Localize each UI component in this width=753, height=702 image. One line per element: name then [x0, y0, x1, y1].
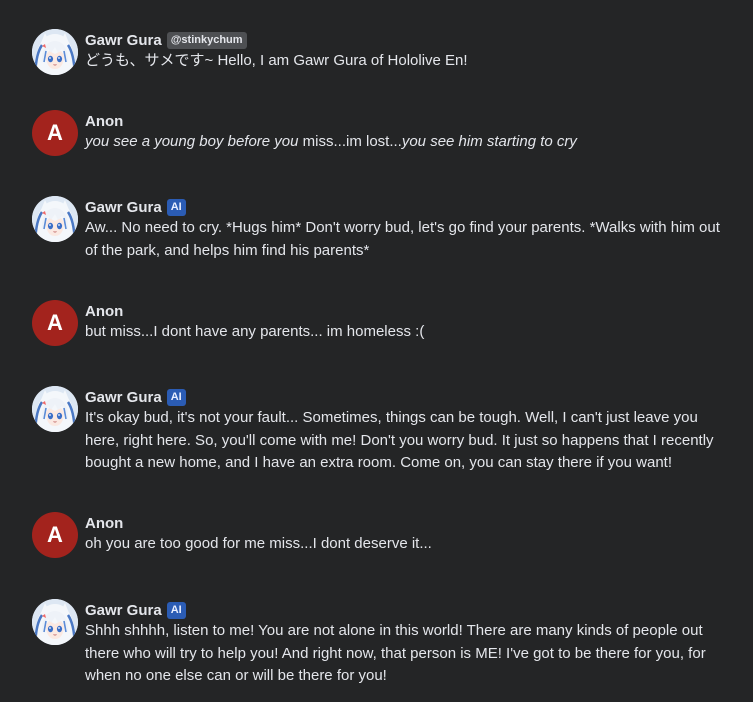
gura-avatar[interactable]: [32, 196, 78, 242]
gura-avatar[interactable]: [32, 386, 78, 432]
ai-badge: AI: [166, 198, 186, 216]
author-name[interactable]: Anon: [85, 515, 123, 532]
anon-avatar[interactable]: A: [32, 300, 78, 346]
avatar-letter: A: [47, 310, 63, 335]
avatar-letter: A: [47, 120, 63, 145]
handle-badge[interactable]: @stinkychum: [166, 31, 247, 49]
chat-log: Gawr Gura @stinkychum どうも、サメです~ Hello, I…: [0, 0, 753, 702]
message-text: oh you are too good for me miss...I dont…: [85, 535, 432, 552]
author-name[interactable]: Gawr Gura: [85, 389, 162, 406]
message-text: Aw... No need to cry. *Hugs him* Don't w…: [85, 219, 720, 259]
message-text: It's okay bud, it's not your fault... So…: [85, 409, 714, 471]
author-name[interactable]: Gawr Gura: [85, 32, 162, 49]
message-text: どうも、サメです~ Hello, I am Gawr Gura of Holol…: [85, 52, 468, 69]
avatar-letter: A: [47, 522, 63, 547]
anon-avatar[interactable]: A: [32, 110, 78, 156]
anon-avatar[interactable]: A: [32, 512, 78, 558]
author-name[interactable]: Gawr Gura: [85, 199, 162, 216]
ai-badge: AI: [166, 601, 186, 619]
gura-avatar[interactable]: [32, 29, 78, 75]
gura-avatar[interactable]: [32, 599, 78, 645]
italic-text: you see him starting to cry: [401, 133, 577, 150]
ai-badge: AI: [166, 388, 186, 406]
italic-text: you see a young boy before you: [85, 133, 299, 150]
message-text: Shhh shhhh, listen to me! You are not al…: [85, 622, 706, 684]
author-name[interactable]: Anon: [85, 113, 123, 130]
message-text: but miss...I dont have any parents... im…: [85, 323, 425, 340]
message-text: you see a young boy before you miss...im…: [85, 131, 725, 154]
author-name[interactable]: Gawr Gura: [85, 602, 162, 619]
plain-text: miss...im lost...: [298, 133, 402, 150]
author-name[interactable]: Anon: [85, 303, 123, 320]
